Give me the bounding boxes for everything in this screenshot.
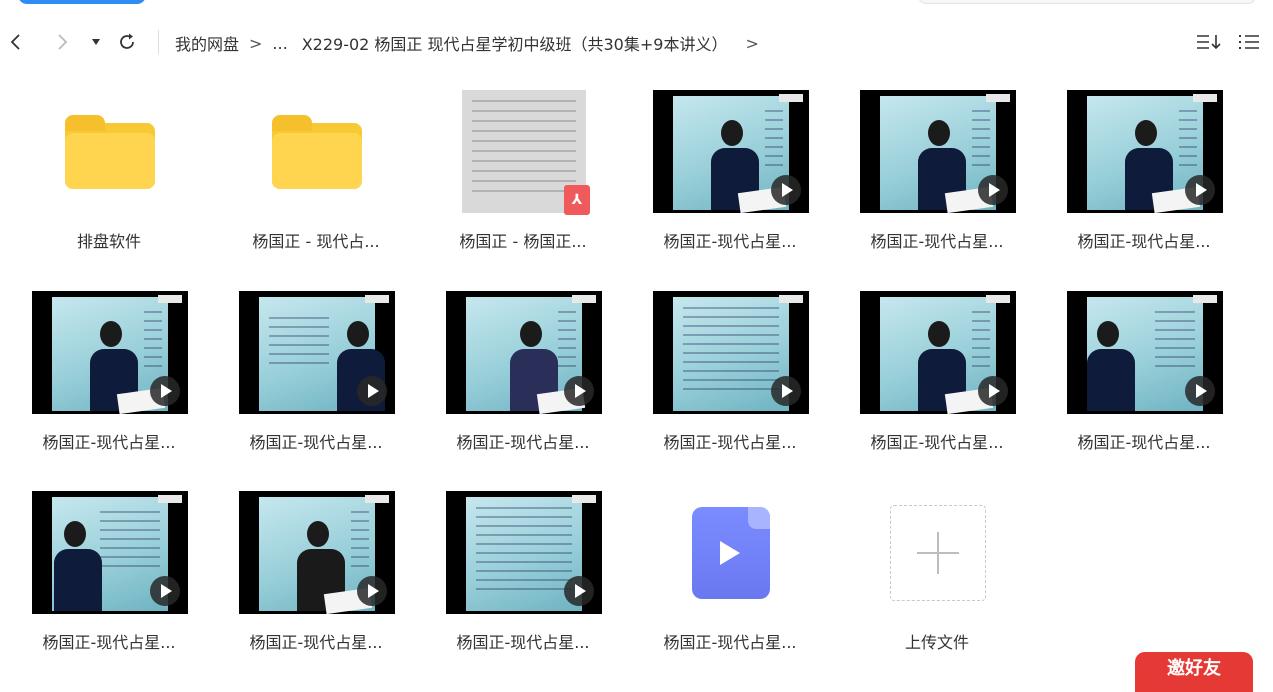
file-name: 杨国正-现代占星... <box>663 232 797 251</box>
chevron-left-icon <box>10 34 20 50</box>
play-icon <box>978 376 1008 406</box>
sort-button[interactable] <box>1196 29 1222 55</box>
video-thumbnail <box>860 90 1016 213</box>
toolbar: 我的网盘 > ... X229-02 杨国正 现代占星学初中级班（共30集+9本… <box>0 22 1273 62</box>
file-tile[interactable]: 杨国正-现代占星... <box>843 90 1031 280</box>
upload-label: 上传文件 <box>904 633 969 652</box>
file-name: 杨国正-现代占星... <box>1077 433 1211 452</box>
file-name: 杨国正-现代占星... <box>456 633 590 652</box>
play-icon <box>564 376 594 406</box>
history-dropdown[interactable] <box>84 30 108 54</box>
file-name: 杨国正-现代占星... <box>249 433 383 452</box>
breadcrumb-ellipsis[interactable]: ... <box>272 34 287 53</box>
file-tile[interactable]: 杨国正-现代占星... <box>636 491 824 681</box>
play-icon <box>150 376 180 406</box>
top-action-button[interactable] <box>18 0 146 4</box>
refresh-button[interactable] <box>115 30 139 54</box>
invite-friends-button[interactable]: 邀好友 <box>1135 652 1253 692</box>
play-icon <box>1185 376 1215 406</box>
play-icon <box>150 576 180 606</box>
video-thumbnail <box>1067 90 1223 213</box>
play-icon <box>771 175 801 205</box>
pdf-thumbnail: ⅄ <box>462 90 590 215</box>
video-thumbnail <box>239 291 395 414</box>
video-thumbnail <box>653 291 809 414</box>
breadcrumb: 我的网盘 > ... X229-02 杨国正 现代占星学初中级班（共30集+9本… <box>175 31 769 55</box>
file-name: 杨国正-现代占星... <box>42 433 176 452</box>
toolbar-divider <box>158 30 159 54</box>
file-tile[interactable]: 杨国正-现代占星... <box>222 291 410 481</box>
list-view-icon <box>1239 35 1259 49</box>
video-thumbnail <box>653 90 809 213</box>
back-button[interactable] <box>4 30 28 54</box>
list-view-button[interactable] <box>1236 29 1262 55</box>
plus-icon <box>890 504 986 601</box>
caret-down-icon <box>92 39 100 45</box>
file-name: 杨国正-现代占星... <box>870 232 1004 251</box>
file-tile[interactable]: 杨国正-现代占星... <box>1050 291 1238 481</box>
file-name: 杨国正-现代占星... <box>663 433 797 452</box>
play-icon <box>357 576 387 606</box>
video-thumbnail <box>32 491 188 614</box>
forward-button[interactable] <box>50 30 74 54</box>
folder-icon <box>272 114 362 189</box>
file-name: 杨国正 - 杨国正... <box>459 232 587 251</box>
play-icon <box>564 576 594 606</box>
video-thumbnail <box>446 291 602 414</box>
play-icon <box>771 376 801 406</box>
file-tile[interactable]: 杨国正-现代占星... <box>636 291 824 481</box>
video-thumbnail <box>239 491 395 614</box>
file-tile[interactable]: ⅄ 杨国正 - 杨国正... <box>429 90 617 280</box>
chevron-right-icon <box>58 34 68 50</box>
file-tile[interactable]: 杨国正-现代占星... <box>222 491 410 681</box>
file-name: 杨国正-现代占星... <box>42 633 176 652</box>
file-name: 杨国正-现代占星... <box>870 433 1004 452</box>
play-icon <box>1185 175 1215 205</box>
top-strip <box>0 0 1273 10</box>
file-name: 杨国正 - 现代占... <box>252 232 380 251</box>
file-name: 排盘软件 <box>76 232 141 251</box>
video-file-icon <box>692 506 770 599</box>
file-tile[interactable]: 杨国正-现代占星... <box>429 291 617 481</box>
file-tile[interactable]: 杨国正-现代占星... <box>15 491 203 681</box>
top-search-box[interactable] <box>918 0 1256 4</box>
file-tile[interactable]: 杨国正-现代占星... <box>15 291 203 481</box>
file-name: 杨国正-现代占星... <box>663 633 797 652</box>
file-tile[interactable]: 排盘软件 <box>15 90 203 280</box>
pdf-icon: ⅄ <box>564 185 590 215</box>
file-name: 杨国正-现代占星... <box>249 633 383 652</box>
upload-tile[interactable]: 上传文件 <box>843 491 1031 681</box>
video-thumbnail <box>32 291 188 414</box>
video-thumbnail <box>1067 291 1223 414</box>
file-tile[interactable]: 杨国正-现代占星... <box>429 491 617 681</box>
breadcrumb-root[interactable]: 我的网盘 <box>175 31 239 55</box>
breadcrumb-current[interactable]: X229-02 杨国正 现代占星学初中级班（共30集+9本讲义） <box>302 31 728 55</box>
folder-icon <box>65 114 155 189</box>
sort-icon <box>1197 35 1221 50</box>
file-tile[interactable]: 杨国正-现代占星... <box>636 90 824 280</box>
file-tile[interactable]: 杨国正-现代占星... <box>1050 90 1238 280</box>
refresh-icon <box>120 33 134 49</box>
breadcrumb-separator[interactable]: > <box>745 34 758 53</box>
file-tile[interactable]: 杨国正-现代占星... <box>843 291 1031 481</box>
file-name: 杨国正-现代占星... <box>456 433 590 452</box>
video-thumbnail <box>446 491 602 614</box>
play-icon <box>978 175 1008 205</box>
breadcrumb-separator: > <box>249 33 263 53</box>
file-name: 杨国正-现代占星... <box>1077 232 1211 251</box>
file-tile[interactable]: 杨国正 - 现代占... <box>222 90 410 280</box>
video-thumbnail <box>860 291 1016 414</box>
play-icon <box>357 376 387 406</box>
